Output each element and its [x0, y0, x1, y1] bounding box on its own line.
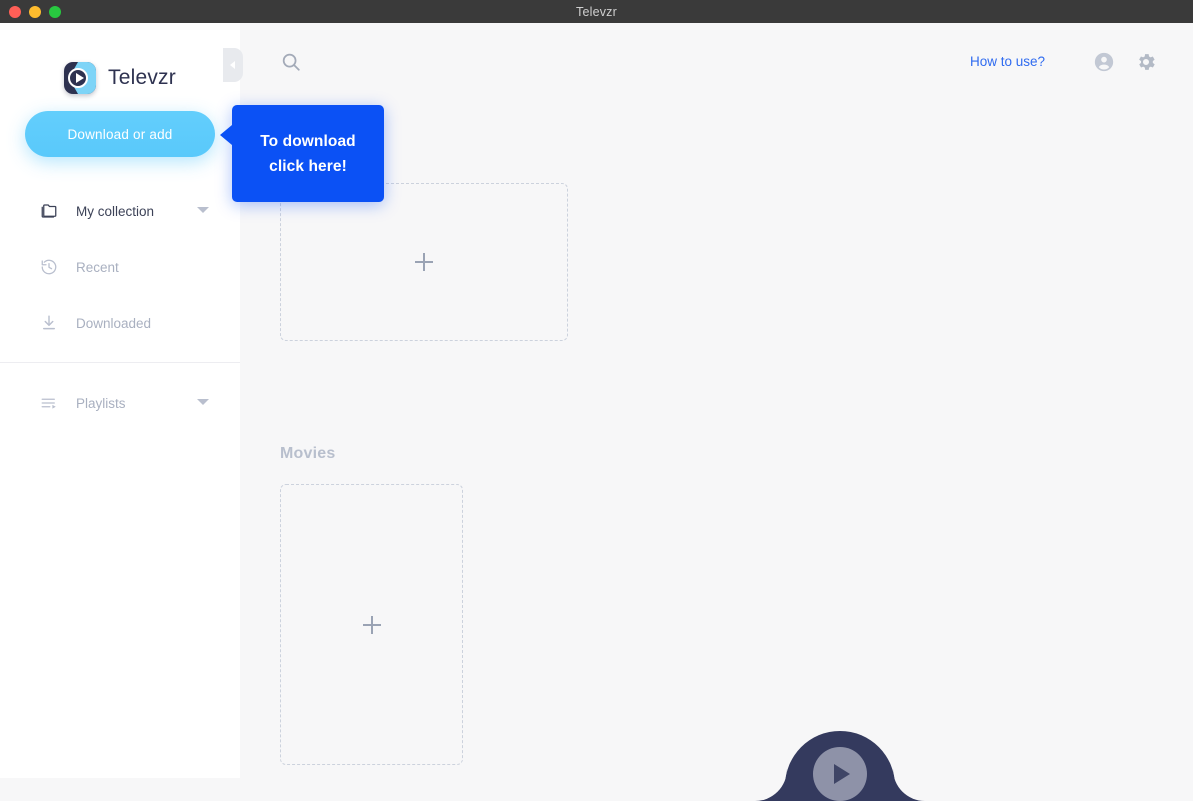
plus-icon — [415, 253, 433, 271]
chevron-down-icon[interactable] — [197, 207, 209, 213]
download-or-add-button[interactable]: Download or add — [25, 111, 215, 157]
sidebar-item-playlists[interactable]: Playlists — [0, 386, 240, 420]
chevron-down-icon[interactable] — [197, 399, 209, 405]
tooltip-arrow-icon — [220, 125, 232, 145]
tooltip-line-2: click here! — [269, 157, 347, 175]
account-circle-icon[interactable] — [1093, 51, 1115, 73]
tooltip-line-1: To download — [260, 132, 356, 150]
chevron-left-icon — [229, 61, 235, 69]
minimize-window-button[interactable] — [29, 5, 41, 18]
sidebar-item-my-collection[interactable]: My collection — [0, 194, 240, 228]
brand-logo: Televzr — [0, 62, 240, 94]
televzr-play-logo-icon — [64, 62, 97, 94]
brand-name: Televzr — [108, 66, 176, 89]
close-window-button[interactable] — [9, 5, 21, 18]
search-icon[interactable] — [280, 51, 302, 73]
top-bar: How to use? — [240, 23, 1193, 101]
history-icon — [38, 256, 60, 278]
sidebar-item-label: Downloaded — [76, 315, 152, 331]
player-flare-left — [755, 769, 787, 801]
zoom-window-button[interactable] — [49, 5, 61, 18]
how-to-use-link[interactable]: How to use? — [970, 54, 1045, 69]
sidebar-item-downloaded[interactable]: Downloaded — [0, 306, 240, 340]
folder-icon — [38, 200, 60, 222]
sidebar-item-label: My collection — [76, 203, 155, 219]
player-flare-right — [893, 769, 925, 801]
sidebar-item-label: Recent — [76, 259, 119, 275]
gear-icon[interactable] — [1135, 51, 1157, 73]
traffic-light-group — [9, 0, 61, 23]
play-button[interactable] — [813, 747, 867, 801]
sidebar: Televzr Download or add My collection Re… — [0, 23, 240, 778]
playlist-icon — [38, 392, 60, 414]
tooltip-text: To download click here! — [260, 129, 356, 179]
sidebar-item-label: Playlists — [76, 395, 126, 411]
download-icon — [38, 312, 60, 334]
play-icon — [834, 764, 850, 784]
sidebar-collapse-handle[interactable] — [223, 48, 243, 82]
download-tooltip[interactable]: To download click here! — [220, 105, 384, 202]
window-title-bar: Televzr — [0, 0, 1193, 23]
plus-icon — [362, 615, 381, 634]
sidebar-item-recent[interactable]: Recent — [0, 250, 240, 284]
section-title-movies: Movies — [280, 445, 336, 462]
mini-player — [755, 731, 925, 801]
window-title: Televzr — [576, 4, 617, 19]
sidebar-divider — [0, 362, 240, 363]
top-dropzone[interactable] — [280, 183, 568, 341]
movies-dropzone[interactable] — [280, 484, 463, 765]
